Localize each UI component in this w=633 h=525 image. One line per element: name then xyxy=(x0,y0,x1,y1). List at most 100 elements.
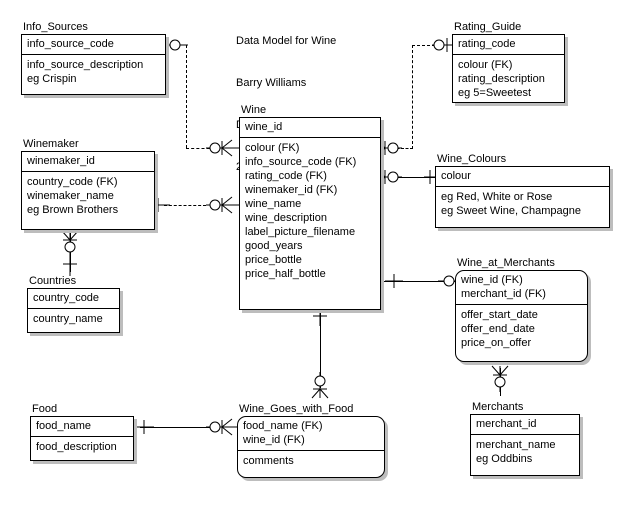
cardinality-zero-or-many-icon xyxy=(206,418,240,436)
attribute: country_code xyxy=(33,292,100,304)
connector-segment xyxy=(186,45,187,148)
entity-key-section: wine_id (FK) merchant_id (FK) xyxy=(456,271,587,305)
attribute: offer_end_date xyxy=(461,323,535,335)
attribute: merchant_id (FK) xyxy=(461,288,546,300)
entity-box: merchant_id merchant_name eg Oddbins xyxy=(470,414,580,476)
attribute: eg Oddbins xyxy=(476,453,533,465)
cardinality-one-icon xyxy=(313,308,327,326)
entity-key-section: merchant_id xyxy=(471,415,579,435)
attribute: rating_description xyxy=(458,73,545,85)
attribute: wine_id xyxy=(245,121,283,133)
entity-attribute-section: country_name xyxy=(28,309,119,329)
attribute: eg Crispin xyxy=(27,73,77,85)
entity-name-countries: Countries xyxy=(29,275,77,287)
cardinality-zero-or-many-icon xyxy=(206,139,240,157)
entity-winemaker[interactable]: Winemaker winemaker_id country_code (FK)… xyxy=(21,138,155,230)
attribute: wine_id (FK) xyxy=(243,434,305,446)
attribute: wine_name xyxy=(245,198,302,210)
attribute: label_picture_filename xyxy=(245,226,356,238)
attribute: price_bottle xyxy=(245,254,302,266)
entity-key-section: wine_id xyxy=(240,118,380,138)
attribute: offer_start_date xyxy=(461,309,538,321)
entity-attribute-section: country_code (FK) winemaker_name eg Brow… xyxy=(22,172,154,220)
entity-wine-goes-with-food[interactable]: Wine_Goes_with_Food food_name (FK) wine_… xyxy=(237,403,385,478)
entity-box: rating_code colour (FK) rating_descripti… xyxy=(452,34,565,103)
entity-key-section: country_code xyxy=(28,289,119,309)
cardinality-zero-or-many-icon xyxy=(61,230,79,258)
entity-name-winemaker: Winemaker xyxy=(23,138,79,150)
entity-attribute-section: info_source_description eg Crispin xyxy=(22,55,165,89)
attribute: eg Red, White or Rose xyxy=(441,191,553,203)
attribute: winemaker_name xyxy=(27,190,114,202)
attribute: info_source_description xyxy=(27,59,144,71)
attribute: comments xyxy=(243,455,294,467)
attribute: eg Sweet Wine, Champagne xyxy=(441,205,582,217)
attribute: eg 5=Sweetest xyxy=(458,87,532,99)
cardinality-one-icon xyxy=(385,274,403,288)
attribute: merchant_id xyxy=(476,418,537,430)
title-line-2: Barry Williams xyxy=(236,77,307,89)
attribute: colour (FK) xyxy=(245,142,300,154)
entity-name-wine-colours: Wine_Colours xyxy=(437,153,507,165)
attribute: wine_description xyxy=(245,212,327,224)
cardinality-zero-or-many-icon xyxy=(206,196,240,214)
entity-box: winemaker_id country_code (FK) winemaker… xyxy=(21,151,155,230)
cardinality-zero-or-many-icon xyxy=(491,365,509,392)
entity-key-section: rating_code xyxy=(453,35,564,55)
attribute: merchant_name xyxy=(476,439,556,451)
entity-box: country_code country_name xyxy=(27,288,120,333)
entity-key-section: colour xyxy=(436,167,609,187)
attribute: food_name (FK) xyxy=(243,420,323,432)
entity-key-section: winemaker_id xyxy=(22,152,154,172)
entity-box: food_name (FK) wine_id (FK) comments xyxy=(237,416,385,478)
entity-attribute-section: comments xyxy=(238,451,384,471)
cardinality-one-icon xyxy=(63,258,77,276)
entity-attribute-section: merchant_name eg Oddbins xyxy=(471,435,579,469)
entity-countries[interactable]: Countries country_code country_name xyxy=(27,275,120,333)
entity-name-rating-guide: Rating_Guide xyxy=(454,21,522,33)
entity-attribute-section: food_description xyxy=(31,437,133,457)
entity-food[interactable]: Food food_name food_description xyxy=(30,403,134,461)
entity-rating-guide[interactable]: Rating_Guide rating_code colour (FK) rat… xyxy=(452,21,565,103)
attribute: price_half_bottle xyxy=(245,268,326,280)
attribute: good_years xyxy=(245,240,303,252)
entity-attribute-section: eg Red, White or Rose eg Sweet Wine, Cha… xyxy=(436,187,609,221)
attribute: winemaker_id xyxy=(27,155,95,167)
entity-box: info_source_code info_source_description… xyxy=(21,34,166,95)
entity-key-section: food_name (FK) wine_id (FK) xyxy=(238,417,384,451)
connector-segment xyxy=(412,45,413,149)
entity-merchants[interactable]: Merchants merchant_id merchant_name eg O… xyxy=(470,401,580,476)
entity-key-section: food_name xyxy=(31,417,133,437)
entity-wine[interactable]: Wine wine_id colour (FK) info_source_cod… xyxy=(239,104,381,310)
cardinality-zero-or-many-icon xyxy=(311,372,329,399)
attribute: info_source_code (FK) xyxy=(245,156,357,168)
attribute: rating_code xyxy=(458,38,516,50)
entity-name-wine-goes-with-food: Wine_Goes_with_Food xyxy=(239,403,354,415)
er-diagram-canvas: Data Model for Wine Barry Williams Datab… xyxy=(0,0,633,525)
entity-box: colour eg Red, White or Rose eg Sweet Wi… xyxy=(435,166,610,228)
attribute: winemaker_id (FK) xyxy=(245,184,338,196)
entity-info-sources[interactable]: Info_Sources info_source_code info_sourc… xyxy=(21,21,166,95)
entity-attribute-section: colour (FK) rating_description eg 5=Swee… xyxy=(453,55,564,103)
connector-segment xyxy=(164,205,206,206)
attribute: eg Brown Brothers xyxy=(27,204,119,216)
entity-box: wine_id colour (FK) info_source_code (FK… xyxy=(239,117,381,310)
attribute: info_source_code xyxy=(27,38,114,50)
entity-name-food: Food xyxy=(32,403,58,415)
entity-wine-colours[interactable]: Wine_Colours colour eg Red, White or Ros… xyxy=(435,153,610,228)
entity-name-wine-at-merchants: Wine_at_Merchants xyxy=(457,257,555,269)
attribute: country_name xyxy=(33,313,103,325)
cardinality-one-icon xyxy=(136,420,154,434)
entity-name-wine: Wine xyxy=(241,104,267,116)
attribute: rating_code (FK) xyxy=(245,170,327,182)
attribute: price_on_offer xyxy=(461,337,532,349)
attribute: country_code (FK) xyxy=(27,176,118,188)
title-line-1: Data Model for Wine xyxy=(236,35,337,47)
attribute: food_description xyxy=(36,441,117,453)
attribute: colour xyxy=(441,170,471,182)
attribute: wine_id (FK) xyxy=(461,274,523,286)
entity-box: wine_id (FK) merchant_id (FK) offer_star… xyxy=(455,270,588,362)
entity-key-section: info_source_code xyxy=(22,35,165,55)
attribute: colour (FK) xyxy=(458,59,513,71)
entity-wine-at-merchants[interactable]: Wine_at_Merchants wine_id (FK) merchant_… xyxy=(455,257,588,362)
